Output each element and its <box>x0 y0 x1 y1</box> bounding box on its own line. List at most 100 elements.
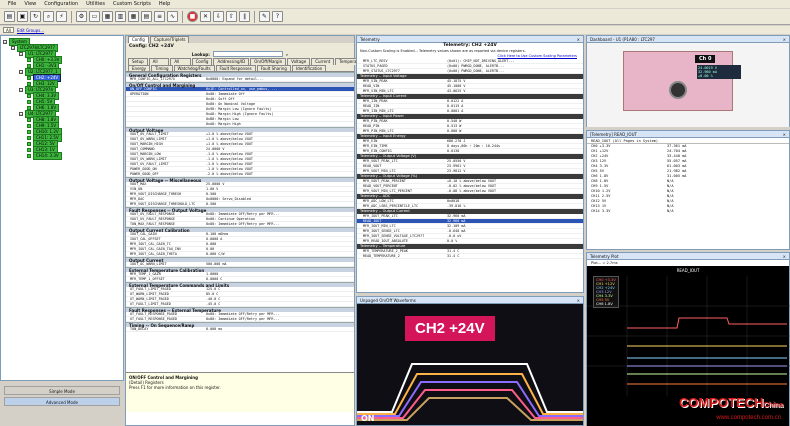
filter-tab[interactable]: Setup <box>128 58 148 65</box>
register-value[interactable]: -2.0 % above/below VOUT <box>206 172 354 176</box>
register-value[interactable]: 0x98: Margin Low (Ignore Faults) <box>206 107 354 111</box>
register-value[interactable]: 0x00: Immediate Off <box>206 92 354 96</box>
register-value[interactable]: 0.000 <box>206 242 354 246</box>
register-value[interactable]: -40.0 C <box>206 297 354 301</box>
connect-icon[interactable]: ⚡ <box>56 11 67 22</box>
filter-tab[interactable]: Timing <box>151 65 173 71</box>
register-value[interactable]: 0.000 ms <box>206 327 354 331</box>
grid-icon[interactable]: ▦ <box>128 11 139 22</box>
register-value[interactable]: 0x80: Immediate OFF/Retry per MFR... <box>206 312 354 316</box>
register-value[interactable]: 85.0 C <box>206 292 354 296</box>
edit-groups-link[interactable]: Edit Groups... <box>17 28 44 33</box>
filter-tab[interactable]: Identification <box>291 65 327 71</box>
register-value[interactable]: 0x0000: Servo_Disabled <box>206 197 354 201</box>
tab-config[interactable]: Config <box>128 36 149 43</box>
settings-icon[interactable]: ⚙ <box>76 11 87 22</box>
register-value[interactable]: -1.0 % above/below VOUT <box>206 162 354 166</box>
pause-icon[interactable]: ∥ <box>239 11 250 22</box>
register-value[interactable]: 125.0 C <box>206 287 354 291</box>
close-icon[interactable]: × <box>783 253 786 259</box>
tree-item[interactable]: CH14: 3.3V <box>3 152 121 160</box>
script-icon[interactable]: ✎ <box>259 11 270 22</box>
register-value[interactable]: -1.0 % above/below VOUT <box>206 152 354 156</box>
register-value[interactable]: 0x80: Immediate OFF/Retry per MFR... <box>206 212 354 216</box>
table-icon[interactable]: ▤ <box>141 11 152 22</box>
register-value[interactable]: 0.0000 A <box>206 237 354 241</box>
advanced-mode-button[interactable]: Advanced Mode <box>4 397 120 406</box>
register-value[interactable]: -45.0 C <box>206 302 354 306</box>
chart-icon[interactable]: ▥ <box>115 11 126 22</box>
save-icon[interactable]: ▣ <box>17 11 28 22</box>
expand-icon[interactable]: − <box>19 112 23 116</box>
close-icon[interactable]: × <box>577 297 580 303</box>
register-value[interactable]: -1.0 % above/below VOUT <box>206 167 354 171</box>
register-value[interactable]: 500.000 mA <box>206 262 354 266</box>
menu-file[interactable]: File <box>8 1 16 7</box>
register-value[interactable]: 0x80: On Nominal Voltage <box>206 102 354 106</box>
register-value[interactable]: +1.0 % above/below VOUT <box>206 132 354 136</box>
chip-icon[interactable]: ▦ <box>102 11 113 22</box>
expand-icon[interactable]: − <box>19 52 23 56</box>
register-value[interactable]: 0.000 C/W <box>206 252 354 256</box>
menu-help[interactable]: Help <box>159 1 170 7</box>
readout-row[interactable]: CH14 3.3V N/A <box>587 209 789 214</box>
plot-zoom-label[interactable]: Plot... = 2.7ms <box>591 261 618 265</box>
filter-tab[interactable]: Config <box>191 58 213 65</box>
monitor-icon[interactable]: ▭ <box>89 11 100 22</box>
register-value[interactable]: 0.500 <box>206 192 354 196</box>
register-value[interactable]: 0.00 <box>206 247 354 251</box>
filter-tab[interactable]: Fault Responses <box>215 65 256 71</box>
filter-tab[interactable]: Addressing/ID <box>213 58 250 65</box>
register-value[interactable]: 0xA8: Margin High <box>206 122 354 126</box>
simple-mode-button[interactable]: Simple Mode <box>4 386 120 395</box>
refresh-icon[interactable]: ↻ <box>30 11 41 22</box>
stop-icon[interactable]: ■ <box>187 11 198 22</box>
register-value[interactable]: 0x40: Soft Off <box>206 97 354 101</box>
lookup-input[interactable] <box>212 51 283 57</box>
register-value[interactable]: 1.0000 <box>206 272 354 276</box>
close-icon[interactable]: × <box>783 36 786 42</box>
expand-icon[interactable]: − <box>3 40 7 44</box>
register-value[interactable]: 0x00: Continue Operation <box>206 217 354 221</box>
menu-configuration[interactable]: Configuration <box>44 1 78 7</box>
filter-tab[interactable]: Current <box>311 58 335 65</box>
register-value[interactable]: 0.100 mOhms <box>206 232 354 236</box>
register-value[interactable]: 0.500 <box>206 202 354 206</box>
register-value[interactable]: 0x80: Immediate OFF/Retry per MFR... <box>206 317 354 321</box>
register-value[interactable]: 25.0000 V <box>206 182 354 186</box>
config-row[interactable]: TON_DELAY 0.000 ms <box>126 327 354 332</box>
expand-icon[interactable]: − <box>19 88 23 92</box>
log-icon[interactable]: ≡ <box>154 11 165 22</box>
register-value[interactable]: +1.0 % above/below VOUT <box>206 137 354 141</box>
filter-tab[interactable]: On/Off/Margin <box>250 58 287 65</box>
help-icon[interactable]: ? <box>272 11 283 22</box>
open-icon[interactable]: ▤ <box>4 11 15 22</box>
search-icon[interactable]: ⌕ <box>43 11 54 22</box>
filter-tab[interactable]: All Paged <box>170 58 191 70</box>
all-groups-button[interactable]: All <box>3 27 14 33</box>
register-value[interactable]: -1.0 % above/below VOUT <box>206 157 354 161</box>
menu-view[interactable]: View <box>24 1 36 7</box>
register-value[interactable]: 0xA8: Margin High (Ignore Faults) <box>206 112 354 116</box>
close-icon[interactable]: × <box>783 131 786 137</box>
menu-utilities[interactable]: Utilities <box>86 1 105 7</box>
register-value[interactable]: +1.0 % above/below VOUT <box>206 142 354 146</box>
filter-tab[interactable]: All Global <box>148 58 170 70</box>
register-value[interactable]: 0x80: Immediate OFF/Retry per MFR... <box>206 222 354 226</box>
register-value[interactable]: 0.0000 C <box>206 277 354 281</box>
filter-tab[interactable]: Voltage <box>287 58 311 65</box>
register-value[interactable]: 24.0000 V <box>206 147 354 151</box>
import-icon[interactable]: ⇩ <box>213 11 224 22</box>
register-value[interactable]: 0x0000: Expand for detail... <box>206 77 354 81</box>
search-icon[interactable]: ⌕ <box>286 52 288 57</box>
wave-icon[interactable]: ∿ <box>167 11 178 22</box>
export-icon[interactable]: ⇧ <box>226 11 237 22</box>
register-value[interactable]: 1.00 V <box>206 187 354 191</box>
filter-tab[interactable]: Watchdog/Faults <box>173 65 215 71</box>
telemetry-row[interactable]: READ_TEMPERATURE_2 31.4 C <box>357 254 583 259</box>
clear-icon[interactable]: ✕ <box>200 11 211 22</box>
expand-icon[interactable]: − <box>11 46 15 50</box>
close-icon[interactable]: × <box>577 36 580 42</box>
register-value[interactable]: 0x1E: Controlled_on, use_pmbus, ... <box>206 87 354 91</box>
filter-tab[interactable]: Energy <box>128 65 151 71</box>
